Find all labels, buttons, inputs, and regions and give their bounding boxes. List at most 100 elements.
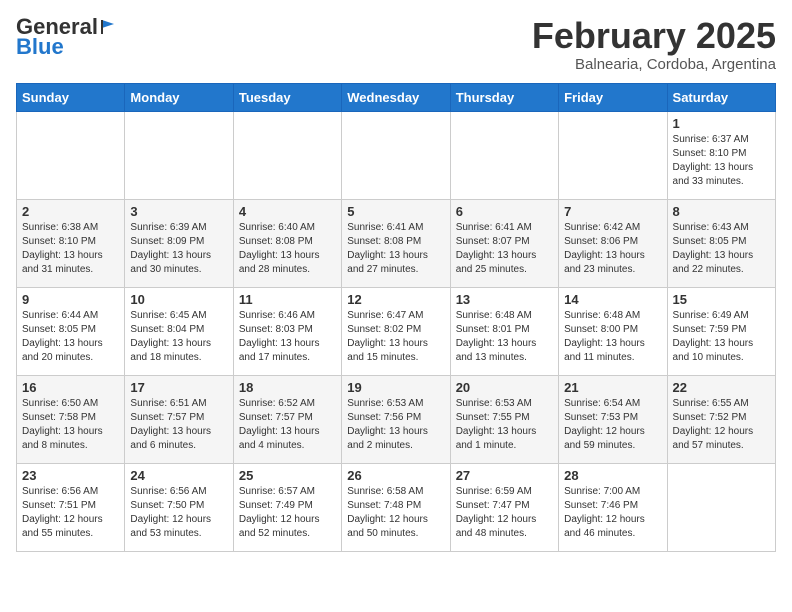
day-info: Sunrise: 6:41 AM Sunset: 8:08 PM Dayligh… [347,221,444,277]
calendar-cell [125,111,233,199]
calendar-table: SundayMondayTuesdayWednesdayThursdayFrid… [16,83,776,552]
calendar-cell: 18 Sunrise: 6:52 AM Sunset: 7:57 PM Dayli… [233,375,341,463]
calendar-cell: 5 Sunrise: 6:41 AM Sunset: 8:08 PM Daylig… [342,199,450,287]
day-info: Sunrise: 6:42 AM Sunset: 8:06 PM Dayligh… [564,221,661,277]
day-number: 3 [130,204,227,219]
calendar-cell: 14Sunrise: 6:48 AM Sunset: 8:00 PM Dayli… [559,287,667,375]
calendar-cell [450,111,558,199]
calendar-cell: 20 Sunrise: 6:53 AM Sunset: 7:55 PM Dayli… [450,375,558,463]
day-info: Sunrise: 6:43 AM Sunset: 8:05 PM Dayligh… [673,221,770,277]
day-info: Sunrise: 6:45 AM Sunset: 8:04 PM Dayligh… [130,309,227,365]
day-info: Sunrise: 6:48 AM Sunset: 8:01 PM Dayligh… [456,309,553,365]
day-number: 15 [673,292,770,307]
calendar-cell: 4 Sunrise: 6:40 AM Sunset: 8:08 PM Daylig… [233,199,341,287]
day-number: 6 [456,204,553,219]
calendar-cell: 27 Sunrise: 6:59 AM Sunset: 7:47 PM Dayli… [450,463,558,551]
day-number: 13 [456,292,553,307]
day-info: Sunrise: 6:56 AM Sunset: 7:51 PM Dayligh… [22,485,119,541]
calendar-cell [342,111,450,199]
calendar-cell: 26 Sunrise: 6:58 AM Sunset: 7:48 PM Dayli… [342,463,450,551]
day-info: Sunrise: 6:39 AM Sunset: 8:09 PM Dayligh… [130,221,227,277]
calendar-cell: 3 Sunrise: 6:39 AM Sunset: 8:09 PM Daylig… [125,199,233,287]
calendar-cell: 9 Sunrise: 6:44 AM Sunset: 8:05 PM Daylig… [17,287,125,375]
calendar-week-row: 16 Sunrise: 6:50 AM Sunset: 7:58 PM Dayli… [17,375,776,463]
calendar-cell: 25Sunrise: 6:57 AM Sunset: 7:49 PM Dayli… [233,463,341,551]
calendar-cell: 23 Sunrise: 6:56 AM Sunset: 7:51 PM Dayli… [17,463,125,551]
day-info: Sunrise: 6:47 AM Sunset: 8:02 PM Dayligh… [347,309,444,365]
day-number: 20 [456,380,553,395]
day-number: 22 [673,380,770,395]
logo: General Blue [16,16,118,60]
calendar-cell: 15Sunrise: 6:49 AM Sunset: 7:59 PM Dayli… [667,287,775,375]
day-info: Sunrise: 6:51 AM Sunset: 7:57 PM Dayligh… [130,397,227,453]
weekday-header-monday: Monday [125,83,233,111]
calendar-cell: 8 Sunrise: 6:43 AM Sunset: 8:05 PM Daylig… [667,199,775,287]
day-number: 23 [22,468,119,483]
day-number: 12 [347,292,444,307]
calendar-cell [559,111,667,199]
day-info: Sunrise: 7:00 AM Sunset: 7:46 PM Dayligh… [564,485,661,541]
day-number: 8 [673,204,770,219]
day-number: 10 [130,292,227,307]
calendar-cell [17,111,125,199]
day-info: Sunrise: 6:58 AM Sunset: 7:48 PM Dayligh… [347,485,444,541]
calendar-week-row: 2Sunrise: 6:38 AM Sunset: 8:10 PM Daylig… [17,199,776,287]
weekday-header-saturday: Saturday [667,83,775,111]
day-number: 26 [347,468,444,483]
calendar-cell [233,111,341,199]
day-info: Sunrise: 6:50 AM Sunset: 7:58 PM Dayligh… [22,397,119,453]
day-info: Sunrise: 6:40 AM Sunset: 8:08 PM Dayligh… [239,221,336,277]
calendar-cell: 10 Sunrise: 6:45 AM Sunset: 8:04 PM Dayli… [125,287,233,375]
calendar-week-row: 1 Sunrise: 6:37 AM Sunset: 8:10 PM Daylig… [17,111,776,199]
calendar-cell: 22Sunrise: 6:55 AM Sunset: 7:52 PM Dayli… [667,375,775,463]
day-number: 9 [22,292,119,307]
day-number: 5 [347,204,444,219]
month-title: February 2025 [532,16,776,56]
title-block: February 2025 Balnearia, Cordoba, Argent… [532,16,776,73]
day-info: Sunrise: 6:46 AM Sunset: 8:03 PM Dayligh… [239,309,336,365]
calendar-cell: 21 Sunrise: 6:54 AM Sunset: 7:53 PM Dayli… [559,375,667,463]
weekday-header-wednesday: Wednesday [342,83,450,111]
weekday-header-friday: Friday [559,83,667,111]
day-info: Sunrise: 6:53 AM Sunset: 7:55 PM Dayligh… [456,397,553,453]
day-info: Sunrise: 6:57 AM Sunset: 7:49 PM Dayligh… [239,485,336,541]
day-number: 28 [564,468,661,483]
day-info: Sunrise: 6:41 AM Sunset: 8:07 PM Dayligh… [456,221,553,277]
calendar-cell: 28 Sunrise: 7:00 AM Sunset: 7:46 PM Dayli… [559,463,667,551]
day-info: Sunrise: 6:56 AM Sunset: 7:50 PM Dayligh… [130,485,227,541]
calendar-cell [667,463,775,551]
calendar-cell: 7 Sunrise: 6:42 AM Sunset: 8:06 PM Daylig… [559,199,667,287]
calendar-cell: 12 Sunrise: 6:47 AM Sunset: 8:02 PM Dayli… [342,287,450,375]
day-number: 21 [564,380,661,395]
day-info: Sunrise: 6:37 AM Sunset: 8:10 PM Dayligh… [673,133,770,189]
day-info: Sunrise: 6:52 AM Sunset: 7:57 PM Dayligh… [239,397,336,453]
logo-flag-icon [100,18,118,36]
calendar-cell: 13 Sunrise: 6:48 AM Sunset: 8:01 PM Dayli… [450,287,558,375]
day-info: Sunrise: 6:53 AM Sunset: 7:56 PM Dayligh… [347,397,444,453]
calendar-week-row: 9 Sunrise: 6:44 AM Sunset: 8:05 PM Daylig… [17,287,776,375]
day-number: 16 [22,380,119,395]
weekday-header-tuesday: Tuesday [233,83,341,111]
calendar-cell: 17 Sunrise: 6:51 AM Sunset: 7:57 PM Dayli… [125,375,233,463]
day-number: 18 [239,380,336,395]
day-info: Sunrise: 6:48 AM Sunset: 8:00 PM Dayligh… [564,309,661,365]
day-number: 27 [456,468,553,483]
day-number: 4 [239,204,336,219]
weekday-header-sunday: Sunday [17,83,125,111]
calendar-cell: 19Sunrise: 6:53 AM Sunset: 7:56 PM Dayli… [342,375,450,463]
day-number: 7 [564,204,661,219]
calendar-cell: 16 Sunrise: 6:50 AM Sunset: 7:58 PM Dayli… [17,375,125,463]
day-number: 1 [673,116,770,131]
day-info: Sunrise: 6:44 AM Sunset: 8:05 PM Dayligh… [22,309,119,365]
page-header: General Blue February 2025 Balnearia, Co… [16,16,776,73]
day-number: 17 [130,380,227,395]
calendar-cell: 24Sunrise: 6:56 AM Sunset: 7:50 PM Dayli… [125,463,233,551]
calendar-week-row: 23 Sunrise: 6:56 AM Sunset: 7:51 PM Dayli… [17,463,776,551]
day-number: 11 [239,292,336,307]
day-info: Sunrise: 6:54 AM Sunset: 7:53 PM Dayligh… [564,397,661,453]
calendar-cell: 11 Sunrise: 6:46 AM Sunset: 8:03 PM Dayli… [233,287,341,375]
calendar-cell: 2Sunrise: 6:38 AM Sunset: 8:10 PM Daylig… [17,199,125,287]
weekday-header-row: SundayMondayTuesdayWednesdayThursdayFrid… [17,83,776,111]
calendar-cell: 1 Sunrise: 6:37 AM Sunset: 8:10 PM Daylig… [667,111,775,199]
day-info: Sunrise: 6:59 AM Sunset: 7:47 PM Dayligh… [456,485,553,541]
